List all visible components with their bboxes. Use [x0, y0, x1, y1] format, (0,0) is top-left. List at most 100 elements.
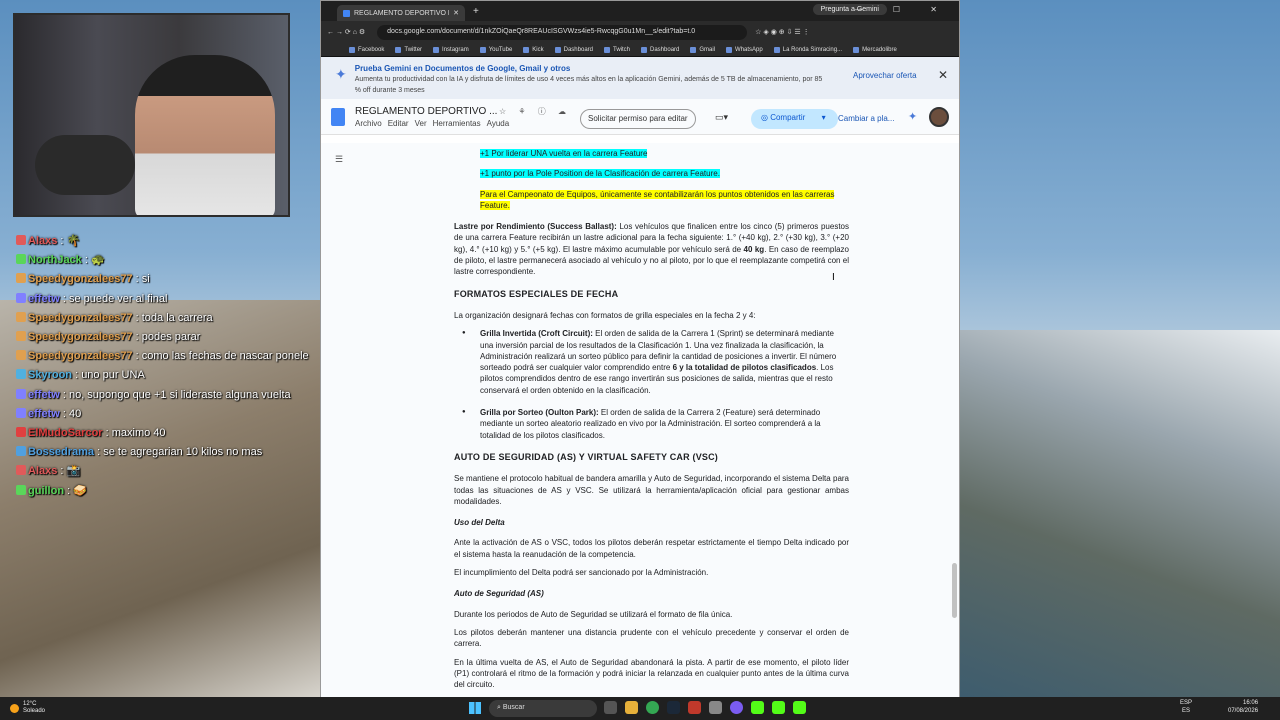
tab-reglamento[interactable]: REGLAMENTO DEPORTIVO BTC ✕ [337, 5, 465, 21]
bookmark-item[interactable]: Dashboard [641, 46, 679, 53]
menu-item[interactable]: Ver [415, 119, 427, 128]
share-caret-icon[interactable]: ▾ [822, 113, 826, 122]
chat-text: : no, supongo que +1 si lideraste alguna… [62, 388, 291, 401]
document-title[interactable]: REGLAMENTO DEPORTIVO ... [355, 106, 509, 117]
bookmark-label: Twitter [404, 46, 423, 53]
bookmark-item[interactable]: Instagram [433, 46, 469, 53]
language-indicator[interactable]: ESP ES [1180, 699, 1192, 715]
chat-username[interactable]: Speedygonzalees77 [28, 312, 133, 324]
heading-auto-seguridad: AUTO DE SEGURIDAD (AS) Y VIRTUAL SAFETY … [454, 451, 718, 462]
windows-start-icon[interactable] [469, 702, 481, 714]
bookmark-label: Twitch [613, 46, 631, 53]
bookmark-label: Mercadolibre [862, 46, 897, 53]
chat-username[interactable]: Bossedrama [28, 446, 94, 458]
taskview-icon[interactable] [604, 701, 617, 714]
docs-favicon-icon [343, 9, 350, 17]
gemini-docs-icon[interactable]: ✦ [908, 110, 917, 123]
globe-icon: ◎ [761, 113, 771, 122]
bookmark-favicon-icon [604, 46, 610, 53]
bookmark-item[interactable]: Gmail [690, 46, 715, 53]
bookmark-favicon-icon [433, 46, 440, 53]
bookmark-favicon-icon [773, 46, 780, 53]
chat-username[interactable]: effetw [28, 293, 60, 305]
bookmarks-bar: Facebook Twitter Instagram YouTube Kick Dashb… [321, 43, 959, 57]
change-plan-button[interactable]: Cambiar a pla... [838, 114, 894, 123]
chat-username[interactable]: Speedygonzalees77 [28, 273, 133, 285]
chat-message: Speedygonzalees77 : podes parar [16, 328, 316, 347]
request-edit-button[interactable]: Solicitar permiso para editar [580, 109, 696, 129]
kick-icon-1[interactable] [751, 701, 764, 714]
nav-buttons[interactable]: ← → ⟳ ⌂ ⚙ [327, 28, 365, 36]
meet-video-icon[interactable]: ▭▾ [715, 112, 728, 123]
bookmark-item[interactable]: YouTube [479, 46, 513, 53]
menu-item[interactable]: Archivo [355, 119, 382, 128]
docs-logo-icon[interactable] [331, 107, 345, 126]
clock[interactable]: 16:06 07/08/2026 [1228, 699, 1258, 715]
kick-icon-2[interactable] [772, 701, 785, 714]
chat-text: : podes parar [135, 331, 201, 344]
user-badge-icon [16, 388, 26, 399]
chat-username[interactable]: effetw [28, 408, 60, 420]
bookmark-item[interactable]: La Ronda Simracing... [773, 46, 842, 53]
menu-item[interactable]: Ayuda [487, 119, 510, 128]
bookmark-item[interactable]: Dashboard [554, 46, 593, 53]
bookmark-item[interactable]: Twitch [604, 46, 631, 53]
auto-paragraph-2: Los pilotos deberán mantener una distanc… [454, 627, 849, 649]
menu-item[interactable]: Herramientas [433, 119, 481, 128]
chat-username[interactable]: Alaxs [28, 465, 57, 477]
bookmark-item[interactable]: Mercadolibre [853, 46, 897, 53]
document-page: +1 Por liderar UNA vuelta en la carrera … [454, 143, 849, 697]
chat-username[interactable]: NorthJack [28, 254, 82, 266]
tab-close-icon[interactable]: ✕ [453, 9, 459, 17]
bullet1-label: Grilla Invertida (Croft Circuit): [480, 329, 593, 339]
chat-username[interactable]: ElMudoSarcor [28, 427, 103, 439]
docs-header: REGLAMENTO DEPORTIVO ... Archivo Editar Ve… [321, 99, 959, 135]
promo-close-icon[interactable]: ✕ [938, 68, 948, 82]
chat-username[interactable]: effetw [28, 389, 60, 401]
steam-icon[interactable] [667, 701, 680, 714]
chrome-icon[interactable] [646, 701, 659, 714]
racing-app-icon[interactable] [688, 701, 701, 714]
points-lead-lap: +1 Por liderar UNA vuelta en la carrera … [480, 149, 648, 158]
avatar[interactable] [929, 107, 949, 127]
chat-username[interactable]: guillon [28, 485, 64, 497]
user-badge-icon [16, 273, 26, 284]
chat-username[interactable]: Alaxs [28, 235, 57, 247]
bookmark-item[interactable]: Twitter [395, 46, 423, 53]
bookmark-item[interactable]: Kick [523, 46, 544, 53]
taskbar-search[interactable]: ⌕ Buscar [489, 700, 597, 717]
menu-item[interactable]: Editar [388, 119, 409, 128]
promo-action-link[interactable]: Aprovechar oferta [853, 71, 917, 80]
url-field[interactable]: docs.google.com/document/d/1nkZOiQaeQr8R… [377, 24, 748, 40]
bookmark-favicon-icon [479, 46, 486, 53]
bookmark-item[interactable]: WhatsApp [726, 46, 763, 53]
chat-username[interactable]: Speedygonzalees77 [28, 350, 133, 362]
extensions-icons[interactable]: ☆ ◈ ◉ ⊕ ⇩ ☰ ⋮ [755, 28, 809, 36]
chat-username[interactable]: Skyroon [28, 369, 72, 381]
chat-message: Speedygonzalees77 : si [16, 270, 316, 289]
discord-icon[interactable] [730, 701, 743, 714]
bookmark-item[interactable]: Facebook [349, 46, 384, 53]
lang-primary: ESP [1180, 700, 1193, 706]
taskbar-apps [604, 701, 806, 714]
bookmark-label: YouTube [488, 46, 513, 53]
outline-icon[interactable]: ☰ [335, 154, 343, 165]
ballast-max: 40 kg [743, 244, 765, 254]
title-action-icons[interactable]: ☆ ⚘ ⓘ ☁ [499, 106, 571, 117]
promo-title: Prueba Gemini en Documentos de Google, G… [354, 64, 571, 73]
chat-text: : 📸 [60, 465, 81, 478]
browser-window: REGLAMENTO DEPORTIVO BTC ✕ + Pregunta a … [320, 0, 960, 698]
tool-icon[interactable] [709, 701, 722, 714]
window-controls[interactable]: — ☐ ✕ [855, 5, 951, 14]
weather-widget[interactable]: 12°C Soleado [10, 701, 45, 715]
new-tab-button[interactable]: + [473, 6, 479, 17]
chat-text: : maximo 40 [105, 427, 166, 440]
clock-time: 16:06 [1243, 700, 1259, 706]
kick-icon-3[interactable] [793, 701, 806, 714]
chat-text: : uno pur UNA [75, 369, 145, 382]
chat-username[interactable]: Speedygonzalees77 [28, 331, 133, 343]
share-button[interactable]: ◎ Compartir ▾ [751, 109, 838, 129]
file-explorer-icon[interactable] [625, 701, 638, 714]
scrollbar[interactable] [952, 563, 957, 618]
heading-uso-delta: Uso del Delta [454, 518, 505, 528]
